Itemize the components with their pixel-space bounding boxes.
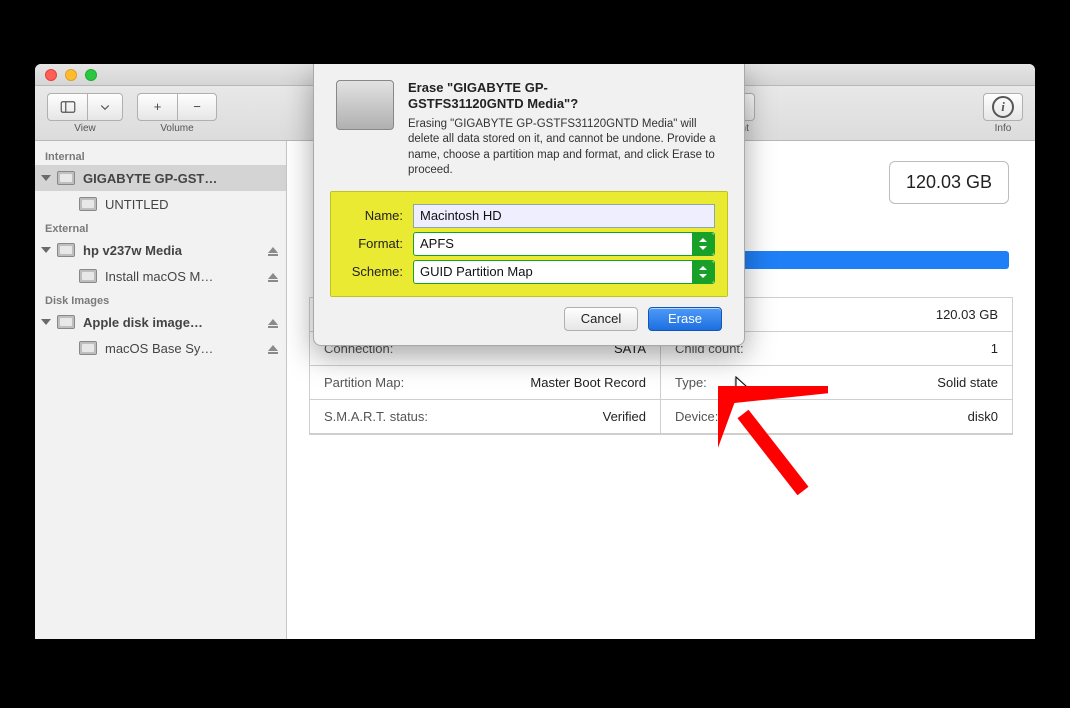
disk-icon xyxy=(57,171,75,185)
disclosure-triangle-icon[interactable] xyxy=(41,319,51,325)
minimize-icon[interactable] xyxy=(65,69,77,81)
add-volume-button[interactable]: + xyxy=(137,93,177,121)
view-dropdown-button[interactable] xyxy=(87,93,123,121)
format-label: Format: xyxy=(343,236,413,251)
disclosure-triangle-icon[interactable] xyxy=(41,247,51,253)
dialog-form-highlighted: Name: Format: APFS Scheme: GUID Partitio… xyxy=(330,191,728,297)
sidebar-item-untitled[interactable]: UNTITLED xyxy=(35,191,286,217)
format-value: APFS xyxy=(420,236,454,251)
sidebar-item-label: GIGABYTE GP-GSTFS… xyxy=(83,171,218,186)
info-key: S.M.A.R.T. status: xyxy=(324,409,428,424)
disk-utility-window: Disk Utility View + − Volume xyxy=(35,64,1035,639)
sidebar-item-label: Install macOS M… xyxy=(105,269,213,284)
remove-volume-button[interactable]: − xyxy=(177,93,217,121)
volume-label: Volume xyxy=(160,123,193,134)
scheme-label: Scheme: xyxy=(343,264,413,279)
info-value: 120.03 GB xyxy=(936,307,998,322)
sidebar-item-macos-base[interactable]: macOS Base Sy… xyxy=(35,335,286,361)
updown-icon xyxy=(692,233,714,255)
info-value: 1 xyxy=(991,341,998,356)
chevron-down-icon xyxy=(96,98,114,116)
dialog-description: Erasing "GIGABYTE GP-GSTFS31120GNTD Medi… xyxy=(408,117,722,179)
sidebar-item-label: macOS Base Sy… xyxy=(105,341,213,356)
info-icon: i xyxy=(992,96,1014,118)
sidebar-item-external-disk[interactable]: hp v237w Media xyxy=(35,237,286,263)
view-sidebar-button[interactable] xyxy=(47,93,87,121)
sidebar-item-install-macos[interactable]: Install macOS M… xyxy=(35,263,286,289)
info-key: Device: xyxy=(675,409,718,424)
info-button[interactable]: i xyxy=(983,93,1023,121)
sidebar-item-label: Apple disk image… xyxy=(83,315,203,330)
section-external: External xyxy=(35,217,286,237)
sidebar: Internal GIGABYTE GP-GSTFS… UNTITLED Ext… xyxy=(35,141,287,639)
volume-icon xyxy=(79,341,97,355)
eject-icon[interactable] xyxy=(268,247,278,253)
info-value: Master Boot Record xyxy=(530,375,646,390)
disk-icon xyxy=(336,80,394,130)
section-internal: Internal xyxy=(35,145,286,165)
view-label: View xyxy=(74,123,96,134)
info-value: Verified xyxy=(603,409,646,424)
close-icon[interactable] xyxy=(45,69,57,81)
erase-button[interactable]: Erase xyxy=(648,307,722,331)
sidebar-item-label: UNTITLED xyxy=(105,197,169,212)
sidebar-item-internal-disk[interactable]: GIGABYTE GP-GSTFS… xyxy=(35,165,286,191)
info-label: Info xyxy=(995,123,1012,134)
cancel-button[interactable]: Cancel xyxy=(564,307,638,331)
disk-icon xyxy=(57,315,75,329)
eject-icon[interactable] xyxy=(268,345,278,351)
scheme-select[interactable]: GUID Partition Map xyxy=(413,260,715,284)
info-value: disk0 xyxy=(968,409,998,424)
name-input[interactable] xyxy=(413,204,715,228)
section-disk-images: Disk Images xyxy=(35,289,286,309)
format-select[interactable]: APFS xyxy=(413,232,715,256)
scheme-value: GUID Partition Map xyxy=(420,264,533,279)
name-label: Name: xyxy=(343,208,413,223)
disclosure-triangle-icon[interactable] xyxy=(41,175,51,181)
info-key: Type: xyxy=(675,375,707,390)
info-key: Partition Map: xyxy=(324,375,404,390)
sidebar-icon xyxy=(59,98,77,116)
annotation-arrow-icon xyxy=(718,386,828,506)
window-controls xyxy=(35,69,97,81)
updown-icon xyxy=(692,261,714,283)
zoom-icon[interactable] xyxy=(85,69,97,81)
sidebar-item-label: hp v237w Media xyxy=(83,243,182,258)
erase-dialog: Erase "GIGABYTE GP-GSTFS31120GNTD Media"… xyxy=(313,64,745,346)
capacity-badge: 120.03 GB xyxy=(889,161,1009,204)
sidebar-item-disk-image[interactable]: Apple disk image… xyxy=(35,309,286,335)
eject-icon[interactable] xyxy=(268,273,278,279)
info-value: Solid state xyxy=(937,375,998,390)
dialog-title: Erase "GIGABYTE GP-GSTFS31120GNTD Media"… xyxy=(408,80,722,113)
disk-icon xyxy=(57,243,75,257)
eject-icon[interactable] xyxy=(268,319,278,325)
volume-icon xyxy=(79,269,97,283)
volume-icon xyxy=(79,197,97,211)
